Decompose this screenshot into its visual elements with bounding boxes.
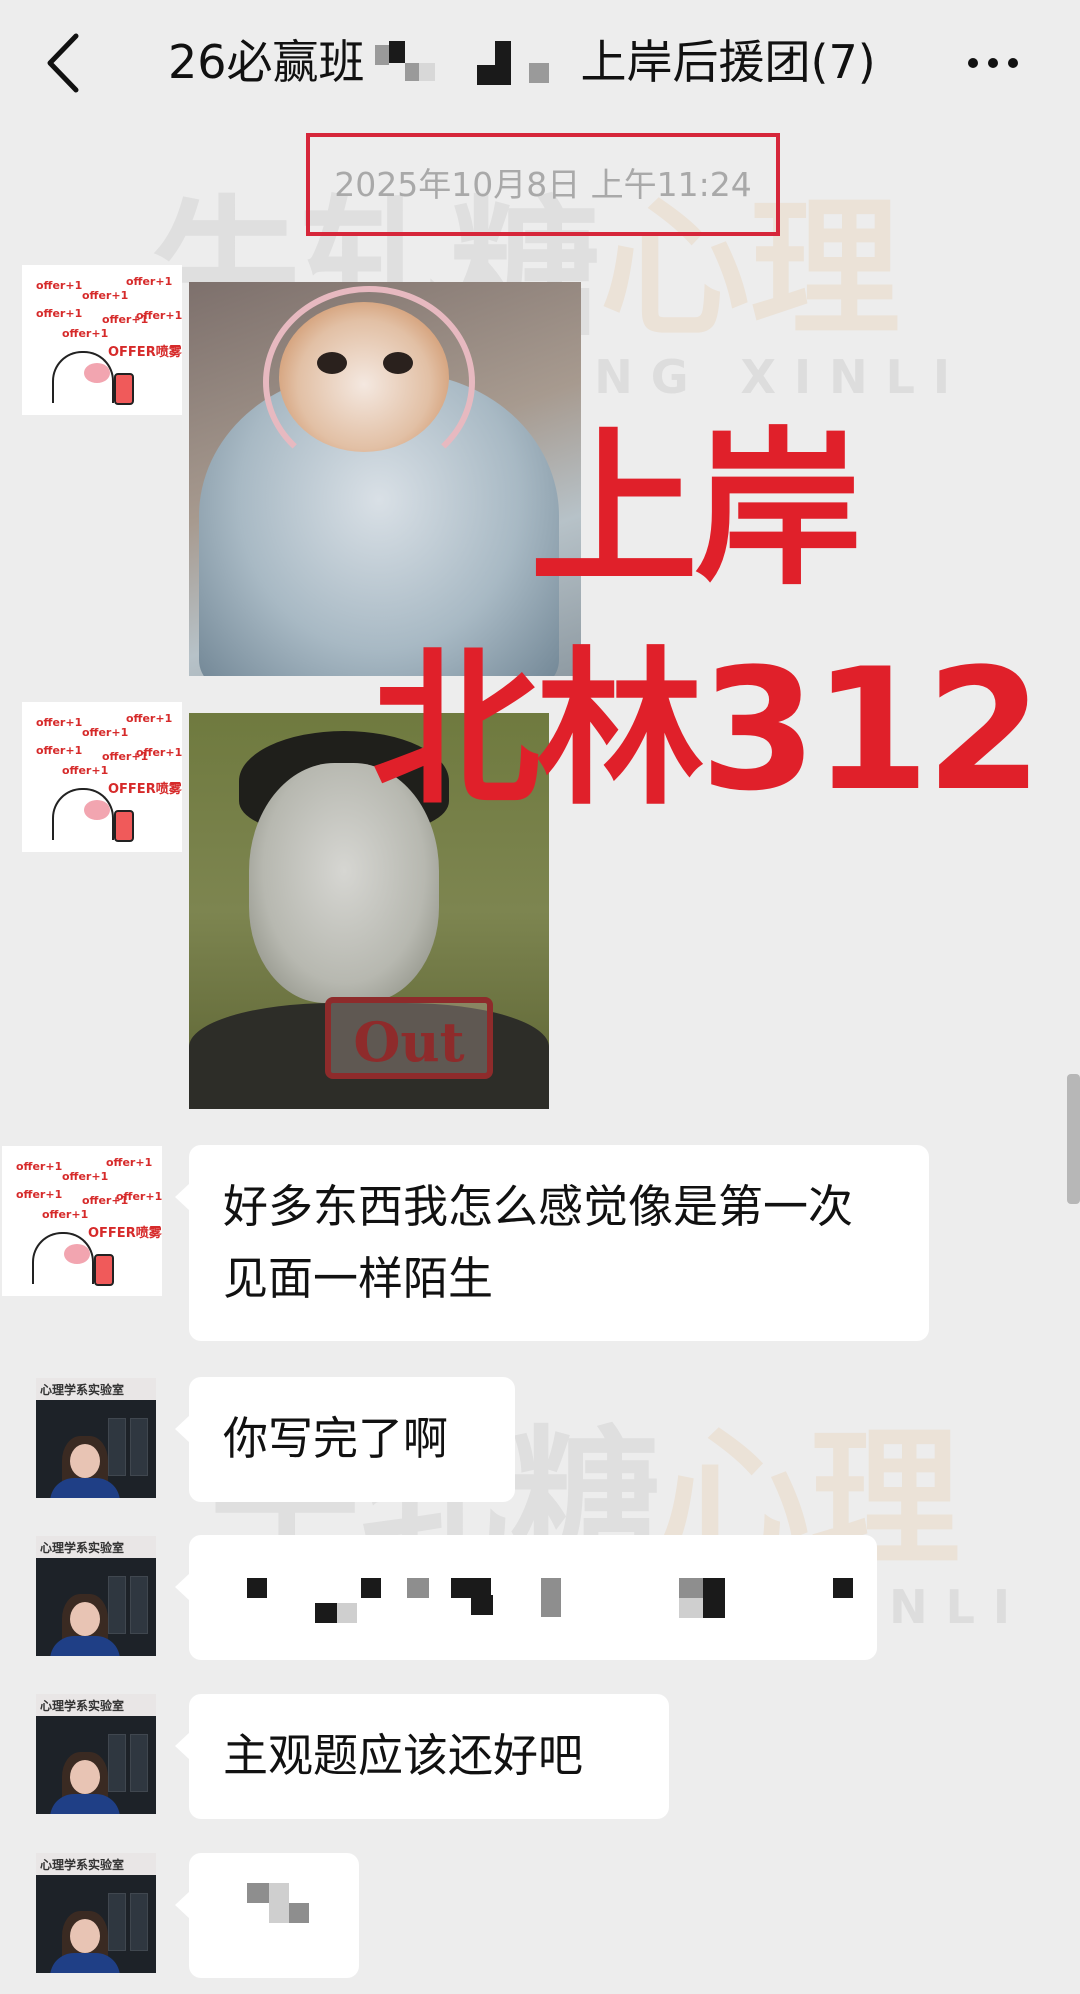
chat-title-prefix: 26必赢班	[168, 35, 365, 89]
avatar[interactable]: 心理学系实验室	[36, 1378, 156, 1498]
avatar[interactable]: 心理学系实验室	[36, 1536, 156, 1656]
chat-title-suffix: 上岸后援团(7)	[580, 35, 876, 89]
timestamp-highlight-box	[306, 133, 780, 236]
avatar[interactable]: offer+1 offer+1 offer+1 offer+1 offer+1 …	[22, 702, 182, 852]
overlay-text-line1: 上岸	[530, 412, 862, 608]
more-options-icon[interactable]	[966, 52, 1022, 72]
message-bubble-redacted[interactable]	[175, 1853, 359, 1978]
message-bubble[interactable]: 你写完了啊	[175, 1377, 515, 1502]
avatar[interactable]: offer+1 offer+1 offer+1 offer+1 offer+1 …	[2, 1146, 162, 1296]
chat-title: 26必赢班 上岸后援团(7)	[168, 32, 876, 92]
scrollbar[interactable]	[1067, 1074, 1080, 1204]
out-stamp-label: Out	[325, 997, 493, 1079]
message-bubble[interactable]: 主观题应该还好吧	[175, 1694, 669, 1819]
avatar[interactable]: 心理学系实验室	[36, 1853, 156, 1973]
cat-sticker-image[interactable]	[189, 282, 581, 676]
title-redaction-mosaic	[369, 40, 577, 91]
message-bubble-redacted[interactable]	[175, 1535, 877, 1660]
message-bubble[interactable]: 好多东西我怎么感觉像是第一次见面一样陌生	[175, 1145, 929, 1341]
avatar[interactable]: offer+1 offer+1 offer+1 offer+1 offer+1 …	[22, 265, 182, 415]
top-bar: 26必赢班 上岸后援团(7)	[0, 0, 1080, 125]
overlay-text-line2: 北林312	[372, 632, 1043, 828]
avatar[interactable]: 心理学系实验室	[36, 1694, 156, 1814]
back-arrow-icon[interactable]	[42, 30, 92, 96]
